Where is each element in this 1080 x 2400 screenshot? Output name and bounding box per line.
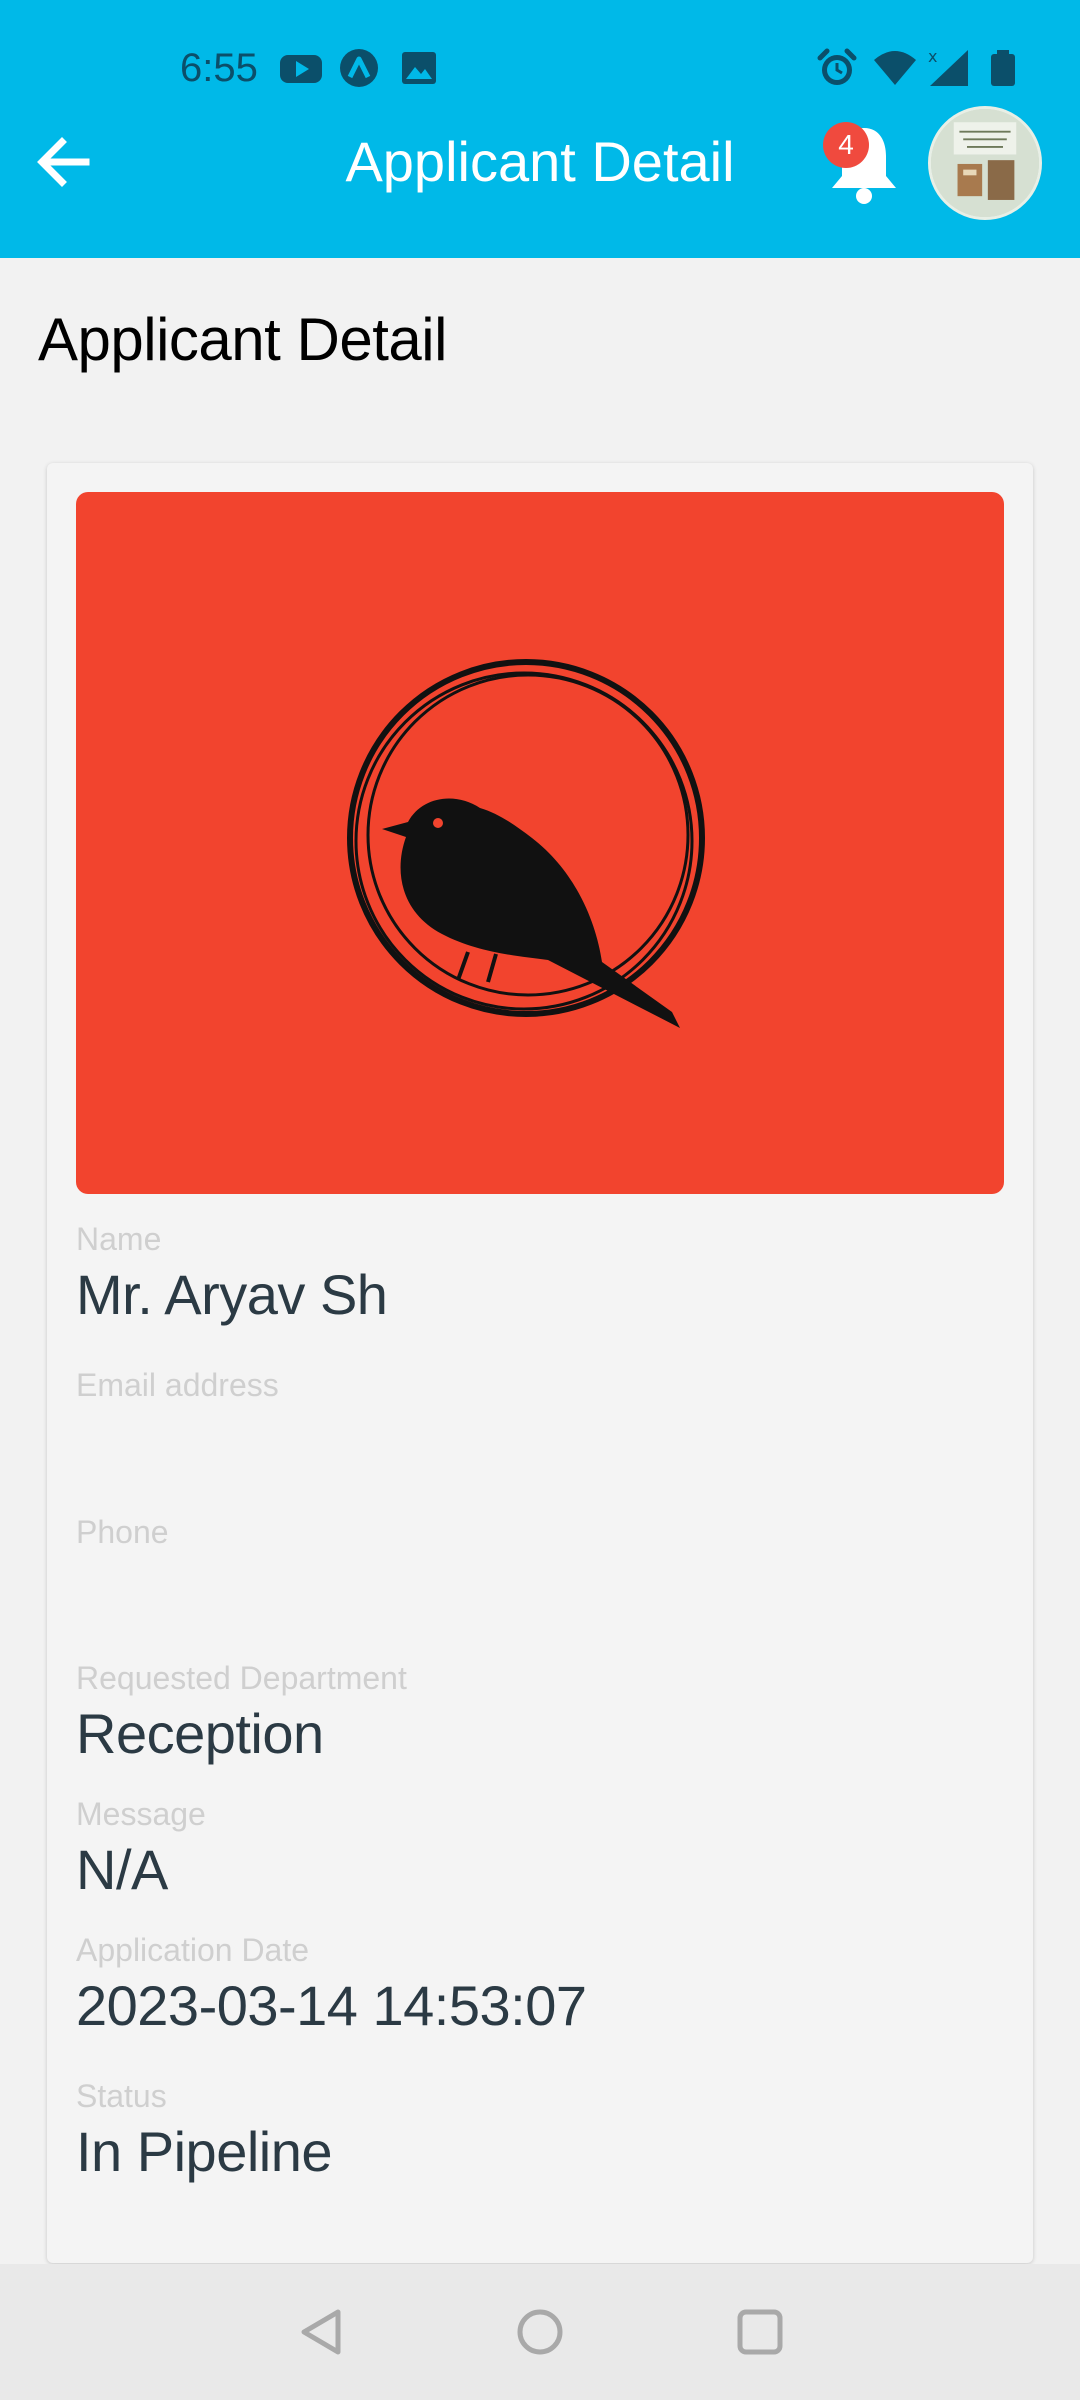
battery-icon bbox=[980, 48, 1026, 88]
youtube-icon bbox=[278, 48, 324, 88]
back-button[interactable] bbox=[28, 126, 100, 198]
app-a-icon bbox=[336, 48, 382, 88]
department-label: Requested Department bbox=[76, 1660, 407, 1696]
application-date-label: Application Date bbox=[76, 1932, 310, 1968]
notification-badge: 4 bbox=[823, 122, 869, 168]
application-date-value: 2023-03-14 14:53:07 bbox=[76, 1974, 587, 2037]
system-nav-bar bbox=[0, 2264, 1080, 2400]
nav-recents-button[interactable] bbox=[732, 2304, 788, 2360]
department-value: Reception bbox=[76, 1702, 324, 1765]
svg-text:x: x bbox=[928, 48, 937, 66]
message-label: Message bbox=[76, 1796, 206, 1832]
applicant-photo bbox=[76, 492, 1004, 1194]
nav-home-button[interactable] bbox=[512, 2304, 568, 2360]
phone-label: Phone bbox=[76, 1514, 169, 1550]
back-triangle-icon bbox=[301, 2309, 341, 2355]
name-value: Mr. Aryav Sh bbox=[76, 1263, 388, 1326]
recents-square-icon bbox=[737, 2309, 783, 2355]
avatar[interactable] bbox=[928, 106, 1042, 220]
page-title: Applicant Detail bbox=[38, 306, 447, 373]
message-value: N/A bbox=[76, 1838, 168, 1901]
signal-icon: x bbox=[926, 48, 972, 88]
status-time: 6:55 bbox=[180, 46, 258, 90]
arrow-left-icon bbox=[37, 137, 90, 187]
wifi-icon bbox=[872, 48, 918, 88]
alarm-icon bbox=[814, 48, 860, 88]
name-label: Name bbox=[76, 1221, 162, 1257]
email-label: Email address bbox=[76, 1367, 279, 1403]
app-header: 6:55 x Applicant Detail 4 bbox=[0, 0, 1080, 258]
home-circle-icon bbox=[517, 2309, 563, 2355]
status-value: In Pipeline bbox=[76, 2120, 333, 2183]
applicant-card: Name Mr. Aryav Sh Email address Phone Re… bbox=[47, 463, 1033, 2263]
profile-picture bbox=[931, 109, 1039, 217]
status-label: Status bbox=[76, 2078, 167, 2114]
nav-back-button[interactable] bbox=[294, 2304, 350, 2360]
app-bar-title: Applicant Detail bbox=[345, 130, 735, 193]
bird-in-circle-logo bbox=[347, 659, 705, 1028]
image-icon bbox=[396, 48, 442, 88]
